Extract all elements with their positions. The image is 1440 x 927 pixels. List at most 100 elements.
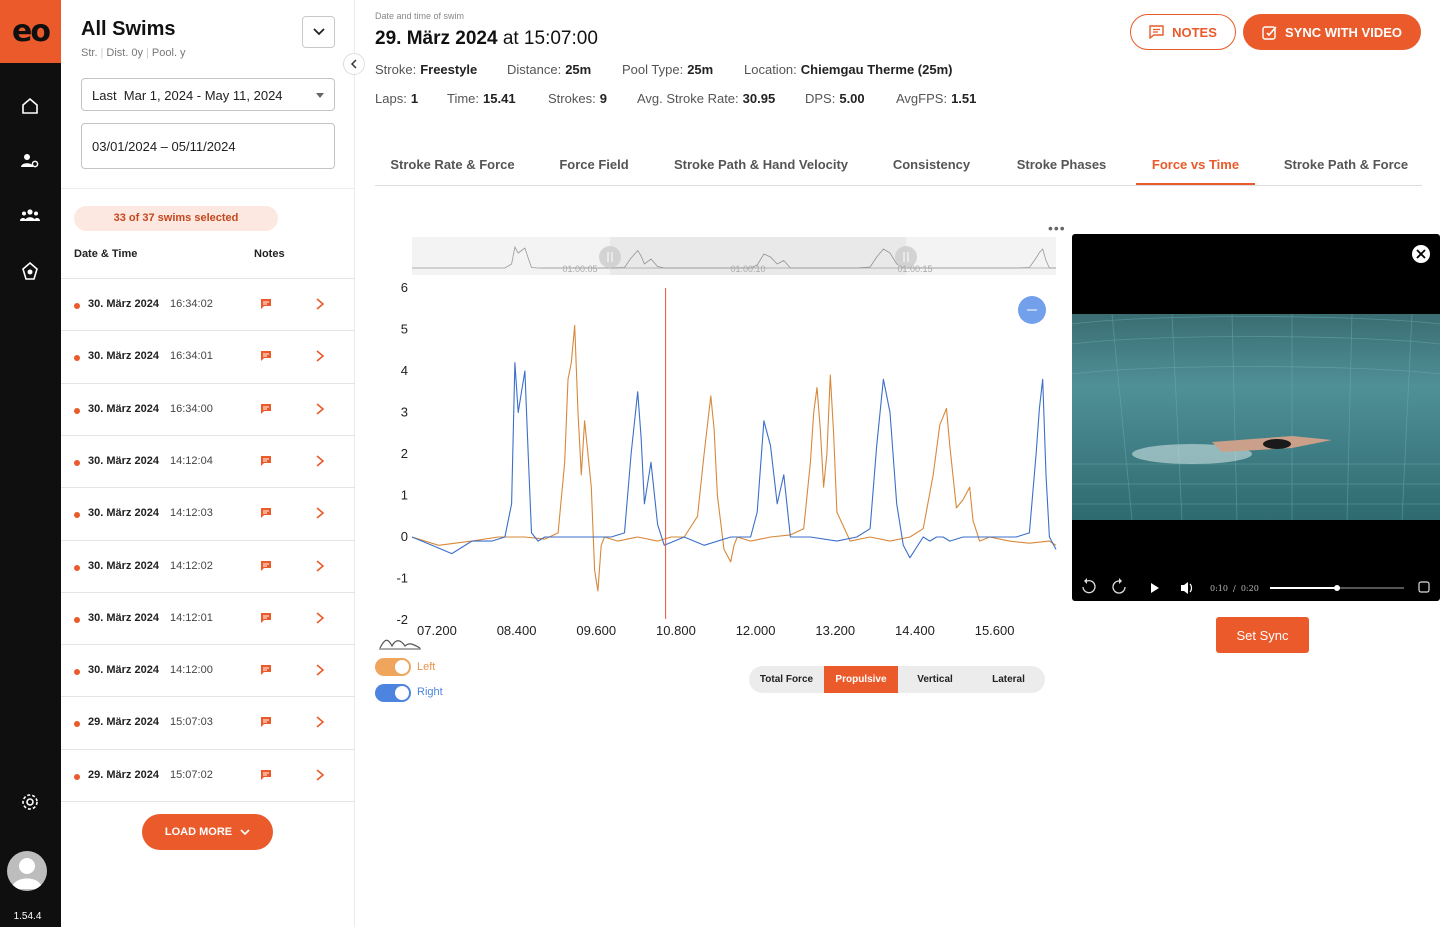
force-vertical-option[interactable]: Vertical — [898, 666, 972, 693]
page-title: 29. März 2024 at 15:07:00 — [375, 28, 598, 49]
sync-edit-icon — [1262, 25, 1277, 40]
chevron-right-icon[interactable] — [314, 297, 326, 311]
force-lateral-option[interactable]: Lateral — [972, 666, 1045, 693]
user-settings-icon[interactable] — [18, 149, 42, 173]
x-tick-label: 12.000 — [736, 623, 776, 638]
note-icon[interactable] — [260, 716, 272, 728]
swim-list-row[interactable]: 30. März 2024 16:34:00 — [61, 382, 355, 435]
sync-with-video-button[interactable]: SYNC WITH VIDEO — [1243, 14, 1421, 50]
chevron-right-icon[interactable] — [314, 611, 326, 625]
swim-date: 29. März 2024 — [88, 716, 159, 729]
swim-list-row[interactable]: 30. März 2024 14:12:00 — [61, 644, 355, 696]
meta-pool: Pool Type: 25m — [622, 62, 714, 77]
meta-stroke: Stroke: Freestyle — [375, 62, 478, 77]
rewind-icon — [1082, 578, 1096, 594]
navigator-handle[interactable] — [599, 246, 621, 268]
force-type-selector: Total Force Propulsive Vertical Lateral — [749, 666, 1045, 693]
caret-down-icon — [316, 93, 324, 98]
chevron-right-icon[interactable] — [314, 402, 326, 416]
meta-dps: DPS: 5.00 — [805, 91, 865, 106]
swim-list-row[interactable]: 30. März 2024 14:12:02 — [61, 539, 355, 592]
swim-list-row[interactable]: 29. März 2024 15:07:03 — [61, 696, 355, 748]
force-time-chart[interactable]: 01:00:05 01:00:10 01:00:15 6 5 4 3 2 1 0 -1 -2 07.20… — [380, 237, 1070, 657]
y-tick-label: 1 — [401, 488, 408, 503]
column-header-date[interactable]: Date & Time — [74, 248, 137, 260]
analytics-icon[interactable] — [18, 260, 42, 284]
swim-list-row[interactable]: 30. März 2024 14:12:04 — [61, 434, 355, 487]
analysis-tabs: Stroke Rate & Force Force Field Stroke P… — [375, 145, 1422, 186]
swim-time: 15:07:03 — [170, 716, 213, 729]
swim-time: 14:12:03 — [170, 507, 213, 520]
swim-list-row[interactable]: 29. März 2024 15:07:02 — [61, 748, 355, 801]
chevron-right-icon[interactable] — [314, 559, 326, 573]
swim-list-row[interactable]: 30. März 2024 16:34:01 — [61, 330, 355, 382]
date-preset-select[interactable]: Last Mar 1, 2024 - May 11, 2024 — [81, 78, 335, 111]
swim-time: 16:34:00 — [170, 402, 213, 415]
y-tick-label: 0 — [401, 529, 408, 544]
navigator-tick-label: 01:00:05 — [562, 264, 597, 274]
left-toggle[interactable] — [375, 658, 411, 676]
swim-list-row[interactable]: 30. März 2024 14:12:01 — [61, 591, 355, 644]
tab-stroke-path-hand-velocity[interactable]: Stroke Path & Hand Velocity — [658, 145, 864, 185]
tab-force-field[interactable]: Force Field — [545, 145, 643, 185]
note-icon[interactable] — [260, 664, 272, 676]
chevron-right-icon[interactable] — [314, 663, 326, 677]
home-icon[interactable] — [18, 94, 42, 118]
selected-count-badge[interactable]: 33 of 37 swims selected — [74, 206, 278, 231]
chart-menu-icon[interactable]: ••• — [1048, 220, 1066, 236]
x-tick-label: 15.600 — [975, 623, 1015, 638]
set-sync-button[interactable]: Set Sync — [1216, 617, 1309, 653]
note-icon[interactable] — [260, 560, 272, 572]
swim-list-row[interactable]: 30. März 2024 16:34:02 — [61, 278, 355, 330]
sidebar-dropdown-button[interactable] — [302, 16, 335, 48]
chevron-right-icon[interactable] — [314, 715, 326, 729]
fullscreen-icon — [1418, 581, 1430, 593]
tab-stroke-rate-force[interactable]: Stroke Rate & Force — [375, 145, 530, 185]
note-icon[interactable] — [260, 455, 272, 467]
x-tick-label: 07.200 — [417, 623, 457, 638]
load-more-button[interactable]: LOAD MORE — [142, 814, 273, 850]
navigator-tick-label: 01:00:10 — [730, 264, 765, 274]
user-avatar[interactable] — [7, 851, 47, 891]
meta-avg-fps: AvgFPS: 1.51 — [896, 91, 977, 106]
tab-stroke-phases[interactable]: Stroke Phases — [999, 145, 1124, 185]
note-icon[interactable] — [260, 350, 272, 362]
video-time: 0:10 / 0:20 — [1210, 584, 1259, 593]
legend-right: Right — [417, 686, 443, 698]
y-tick-label: 5 — [401, 322, 408, 337]
gear-icon[interactable] — [18, 790, 42, 814]
tab-stroke-path-force[interactable]: Stroke Path & Force — [1273, 145, 1419, 185]
meta-distance: Distance: 25m — [507, 62, 592, 77]
y-tick-label: 3 — [401, 405, 408, 420]
note-icon[interactable] — [260, 298, 272, 310]
force-total-option[interactable]: Total Force — [749, 666, 824, 693]
date-range-input[interactable]: 03/01/2024 – 05/11/2024 — [81, 123, 335, 169]
note-icon[interactable] — [260, 769, 272, 781]
chart-type-icon[interactable] — [379, 636, 421, 655]
eo-logo[interactable]: eo — [0, 0, 61, 63]
tab-force-vs-time[interactable]: Force vs Time — [1136, 145, 1255, 185]
status-dot — [74, 355, 80, 362]
collapse-sidebar-button[interactable] — [343, 53, 365, 75]
notes-button[interactable]: NOTES — [1130, 14, 1236, 50]
right-toggle[interactable] — [375, 684, 411, 702]
swim-time: 16:34:01 — [170, 350, 213, 363]
note-icon[interactable] — [260, 403, 272, 415]
note-icon[interactable] — [260, 507, 272, 519]
video-player[interactable]: 0:10 / 0:20 — [1072, 234, 1440, 601]
video-frame — [1072, 314, 1440, 520]
close-icon — [1416, 249, 1426, 259]
team-icon[interactable] — [18, 204, 42, 228]
note-icon[interactable] — [260, 612, 272, 624]
swim-list-sidebar: All Swims Str. | Dist. 0y | Pool. y Last Mar… — [61, 0, 355, 927]
tab-consistency[interactable]: Consistency — [879, 145, 984, 185]
chevron-right-icon[interactable] — [314, 454, 326, 468]
close-video-button[interactable] — [1412, 245, 1430, 263]
force-propulsive-option[interactable]: Propulsive — [824, 666, 898, 693]
status-dot — [74, 564, 80, 571]
chevron-right-icon[interactable] — [314, 768, 326, 782]
meta-time: Time: 15.41 — [447, 91, 516, 106]
swim-list-row[interactable]: 30. März 2024 14:12:03 — [61, 487, 355, 539]
chevron-right-icon[interactable] — [314, 349, 326, 363]
chevron-right-icon[interactable] — [314, 506, 326, 520]
